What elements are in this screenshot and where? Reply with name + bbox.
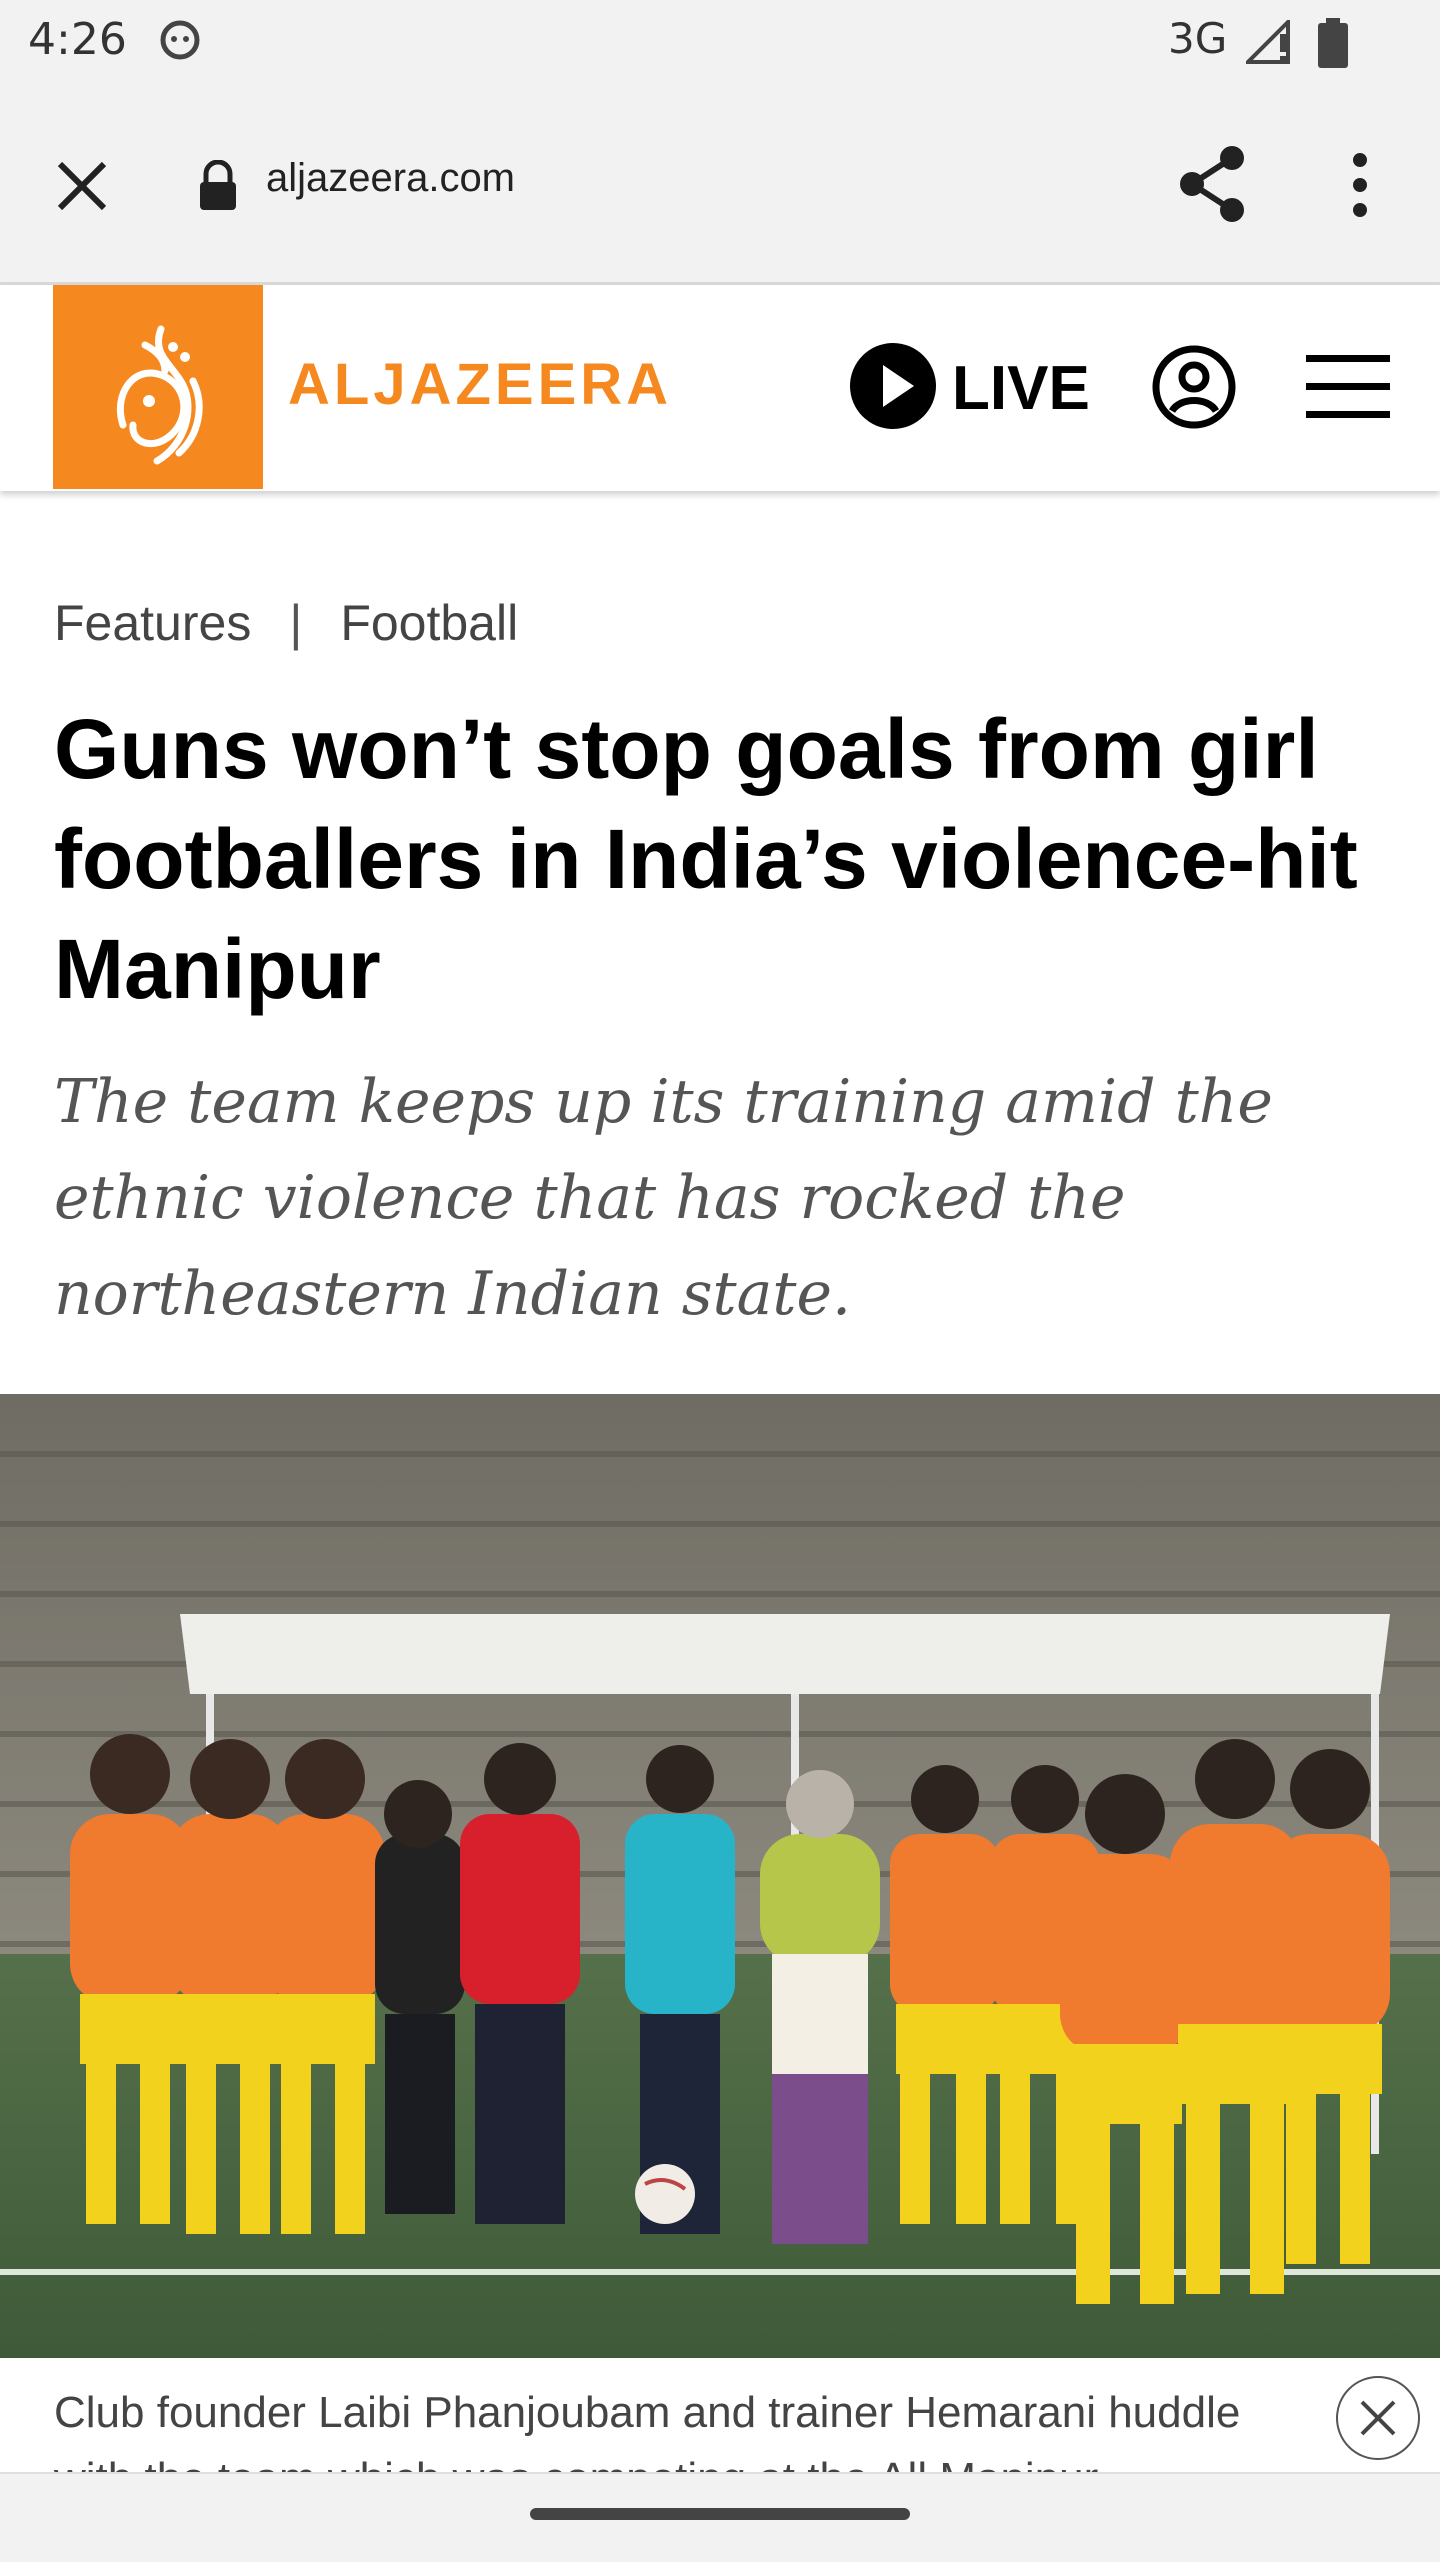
breadcrumb-item-football[interactable]: Football [340,595,518,651]
team-huddle-photo [0,1394,1440,2358]
url-display[interactable]: aljazeera.com [266,156,515,201]
play-icon [850,343,936,429]
article-title: Guns won’t stop goals from girl football… [54,702,1358,1016]
lock-icon [200,160,236,210]
breadcrumb-item-features[interactable]: Features [54,595,251,651]
article-hero-image[interactable] [0,1394,1440,2358]
brand-wordmark[interactable]: ALJAZEERA [288,351,672,418]
more-options-icon[interactable] [1340,150,1380,220]
live-label: LIVE [952,354,1090,423]
breadcrumb: Features | Football [54,594,518,652]
status-bar: 4:26 3G [0,0,1440,86]
breadcrumb-separator: | [289,595,303,651]
close-tab-button[interactable] [52,156,112,216]
dismiss-overlay-button[interactable] [1336,2376,1420,2460]
article-subtitle: The team keeps up its training amid the … [54,1067,1273,1329]
browser-toolbar: aljazeera.com [0,86,1440,285]
notification-face-icon [160,20,200,60]
battery-icon [1318,18,1348,68]
caption-line-1: Club founder Laibi Phanjoubam and traine… [54,2388,1241,2437]
gesture-nav-handle[interactable] [530,2508,910,2520]
share-icon[interactable] [1174,144,1250,224]
hamburger-menu-icon[interactable] [1306,355,1390,419]
status-time: 4:26 [28,14,127,65]
calligraphy-logo-icon [116,325,203,465]
signal-icon [1246,20,1290,64]
aljazeera-logo[interactable] [53,285,263,489]
account-icon[interactable] [1150,343,1238,431]
site-header: ALJAZEERA LIVE [0,285,1440,491]
network-type: 3G [1168,14,1228,63]
close-circle-icon [1360,2400,1396,2436]
